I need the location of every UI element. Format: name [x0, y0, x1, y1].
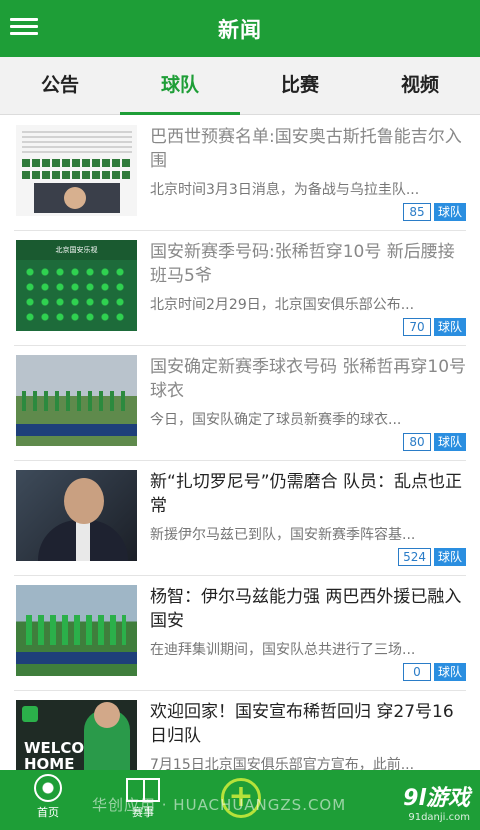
- tab-team[interactable]: 球队: [120, 57, 240, 115]
- comment-count-badge: 0: [402, 663, 431, 681]
- news-thumbnail: 北京国安乐视: [16, 240, 137, 331]
- news-headline: 国安新赛季号码:张稀哲穿10号 新后腰接班马5爷: [150, 242, 455, 286]
- category-tag: 球队: [433, 548, 466, 566]
- news-item[interactable]: 国安确定新赛季球衣号码 张稀哲再穿10号球衣 今日，国安队确定了球员新赛季的球衣…: [14, 346, 466, 461]
- watermark: 华创应用 · HUACHUANGZS.COM: [92, 796, 347, 814]
- category-tag: 球队: [433, 318, 466, 336]
- news-headline: 新“扎切罗尼号”仍需磨合 队员：乱点也正常: [150, 472, 463, 516]
- page-title: 新闻: [218, 18, 262, 42]
- tab-videos[interactable]: 视频: [360, 57, 480, 114]
- category-tag: 球队: [433, 203, 466, 221]
- comment-count-badge: 85: [402, 203, 431, 221]
- news-item[interactable]: 新“扎切罗尼号”仍需磨合 队员：乱点也正常 新援伊尔马兹已到队，国安新赛季阵容基…: [14, 461, 466, 576]
- news-summary: 北京时间2月29日，北京国安俱乐部公布...: [150, 297, 415, 313]
- comment-count-badge: 70: [402, 318, 431, 336]
- nav-home[interactable]: 首页: [18, 774, 78, 820]
- news-item[interactable]: 巴西世预赛名单:国安奥古斯托鲁能吉尔入围 北京时间3月3日消息，为备战与乌拉圭队…: [14, 116, 466, 231]
- brand-name: 9l游戏: [403, 786, 470, 811]
- news-headline: 杨智：伊尔马兹能力强 两巴西外援已融入国安: [150, 587, 462, 631]
- news-headline: 国安确定新赛季球衣号码 张稀哲再穿10号球衣: [150, 357, 467, 401]
- brand-logo: 9l游戏 91danji.com: [403, 780, 470, 823]
- comment-count-badge: 524: [398, 548, 431, 566]
- news-headline: 欢迎回家！国安宣布稀哲回归 穿27号16日归队: [150, 702, 454, 746]
- news-summary: 新援伊尔马兹已到队，国安新赛季阵容基...: [150, 527, 416, 543]
- category-tag: 球队: [433, 433, 466, 451]
- comment-count-badge: 80: [402, 433, 431, 451]
- news-item[interactable]: 北京国安乐视 国安新赛季号码:张稀哲穿10号 新后腰接班马5爷 北京时间2月29…: [14, 231, 466, 346]
- brand-url: 91danji.com: [408, 812, 470, 823]
- news-thumbnail: [16, 355, 137, 446]
- news-summary: 在迪拜集训期间，国安队总共进行了三场...: [150, 642, 416, 658]
- news-thumbnail: [16, 470, 137, 561]
- title-bar: 新闻: [0, 0, 480, 57]
- nav-home-label: 首页: [37, 806, 59, 819]
- football-icon: [34, 774, 62, 802]
- tab-announcements[interactable]: 公告: [0, 57, 120, 114]
- news-summary: 北京时间3月3日消息，为备战与乌拉圭队...: [150, 182, 420, 198]
- tab-matches[interactable]: 比赛: [240, 57, 360, 114]
- news-list: 巴西世预赛名单:国安奥古斯托鲁能吉尔入围 北京时间3月3日消息，为备战与乌拉圭队…: [0, 116, 480, 806]
- news-thumbnail: [16, 125, 137, 216]
- tab-bar: 公告 球队 比赛 视频: [0, 57, 480, 115]
- news-headline: 巴西世预赛名单:国安奥古斯托鲁能吉尔入围: [150, 127, 462, 171]
- news-summary: 今日，国安队确定了球员新赛季的球衣...: [150, 412, 402, 428]
- news-thumbnail: [16, 585, 137, 676]
- category-tag: 球队: [433, 663, 466, 681]
- news-item[interactable]: 杨智：伊尔马兹能力强 两巴西外援已融入国安 在迪拜集训期间，国安队总共进行了三场…: [14, 576, 466, 691]
- thumbnail-caption: 北京国安乐视: [16, 240, 137, 260]
